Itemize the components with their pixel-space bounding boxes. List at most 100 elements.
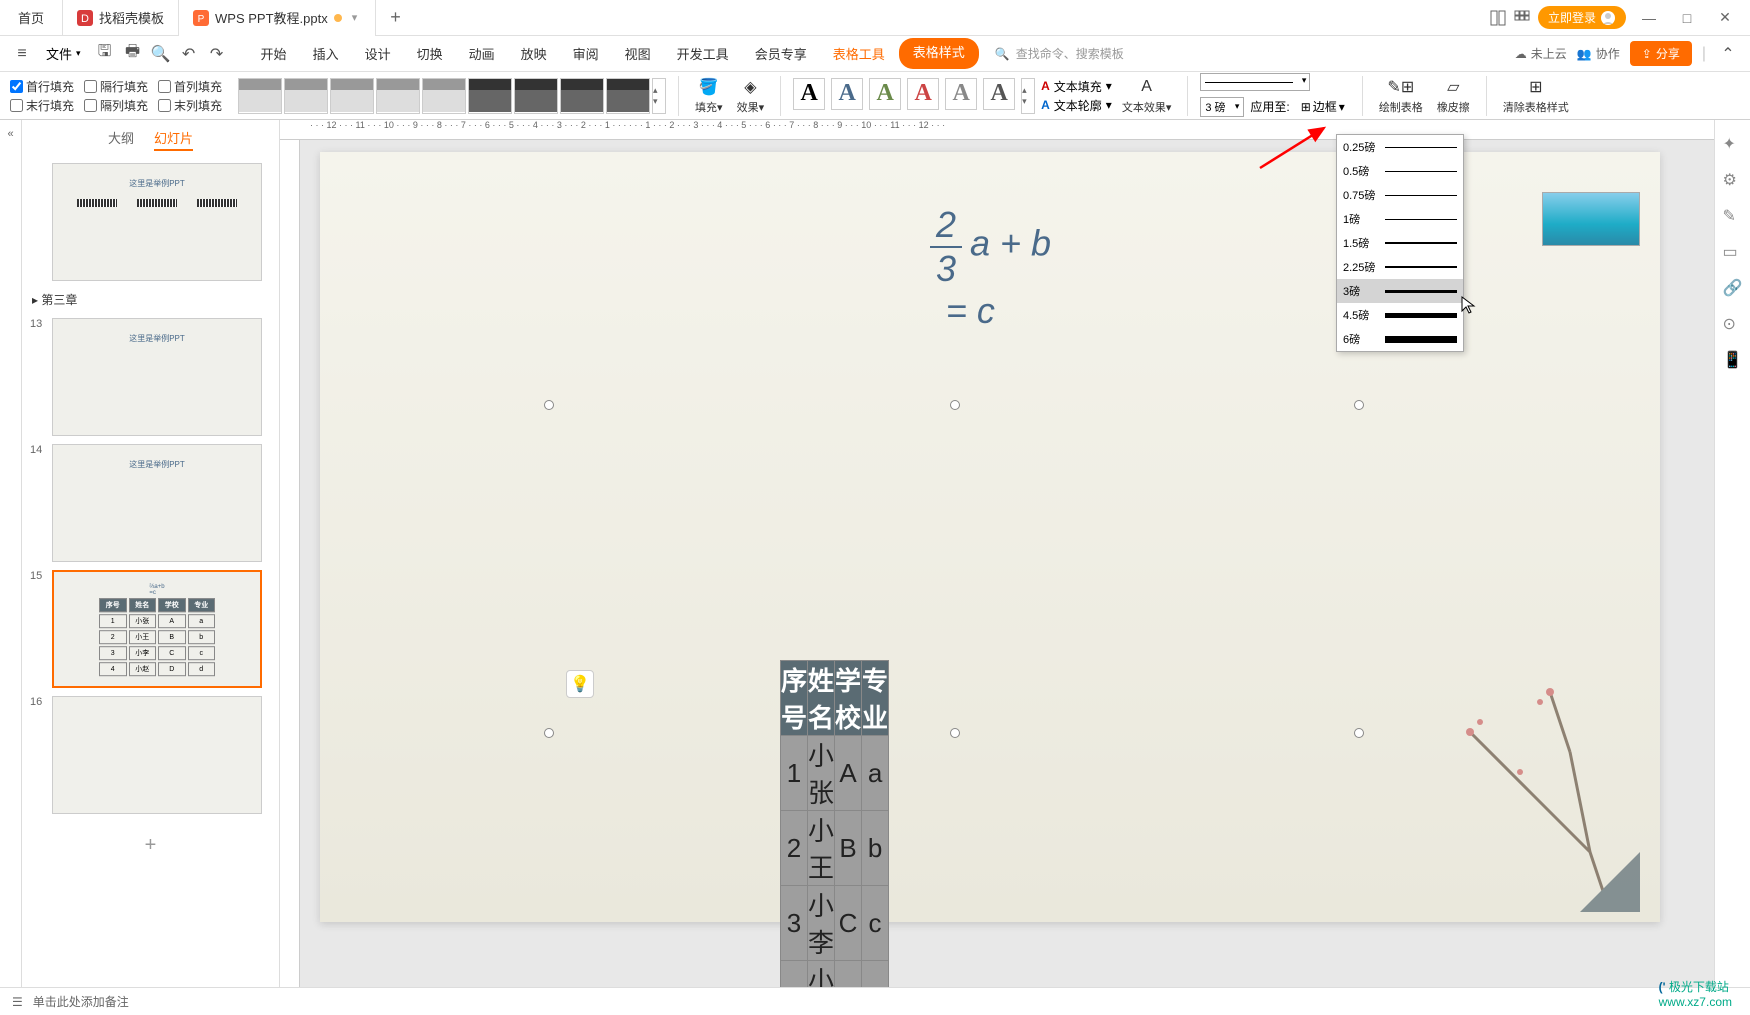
tab-table-tools[interactable]: 表格工具 xyxy=(821,38,897,69)
tab-start[interactable]: 开始 xyxy=(249,38,299,69)
add-slide-button[interactable]: + xyxy=(22,818,279,873)
tab-animation[interactable]: 动画 xyxy=(457,38,507,69)
tab-document[interactable]: P WPS PPT教程.pptx ▾ xyxy=(179,0,376,36)
save-icon[interactable]: 🖫 xyxy=(93,42,117,66)
tab-slides[interactable]: 幻灯片 xyxy=(154,128,193,151)
undo-icon[interactable]: ↶ xyxy=(177,42,201,66)
present-icon[interactable]: ▭ xyxy=(1723,242,1743,262)
equation-object[interactable]: 23 a + b = c xyxy=(930,204,1051,332)
check-alt-col[interactable]: 隔列填充 xyxy=(84,97,148,114)
tab-insert[interactable]: 插入 xyxy=(301,38,351,69)
tools-icon[interactable]: ✎ xyxy=(1723,206,1743,226)
maximize-button[interactable]: □ xyxy=(1672,10,1702,26)
phone-icon[interactable]: 📱 xyxy=(1723,350,1743,370)
text-outline-button[interactable]: A文本轮廓▾ xyxy=(1041,97,1112,114)
ppt-icon: P xyxy=(193,10,209,26)
tab-home[interactable]: 首页 xyxy=(0,0,63,36)
selection-handle[interactable] xyxy=(544,400,554,410)
tab-design[interactable]: 设计 xyxy=(353,38,403,69)
share-button[interactable]: ⇪分享 xyxy=(1630,41,1692,66)
weight-option[interactable]: 6磅 xyxy=(1337,327,1463,351)
slide-thumb-16[interactable] xyxy=(52,696,262,814)
line-weight-select[interactable]: 3 磅▾ xyxy=(1200,97,1244,117)
check-alt-row[interactable]: 隔行填充 xyxy=(84,78,148,95)
new-tab-button[interactable]: + xyxy=(376,7,415,28)
link-icon[interactable]: 🔗 xyxy=(1723,278,1743,298)
table-header[interactable]: 学校 xyxy=(835,661,862,736)
selection-handle[interactable] xyxy=(950,400,960,410)
lightbulb-icon[interactable]: 💡 xyxy=(566,670,594,698)
slide-image[interactable] xyxy=(1542,192,1640,246)
preview-icon[interactable]: 🔍 xyxy=(149,42,173,66)
table-header[interactable]: 姓名 xyxy=(808,661,835,736)
slide-thumb-14[interactable]: 这里是举例PPT xyxy=(52,444,262,562)
slide-thumb-15[interactable]: ⅔a+b=c 序号姓名学校专业1小张Aa2小王Bb3小李Cc4小赵Dd xyxy=(52,570,262,688)
wordart-more-icon[interactable]: ▴▾ xyxy=(1021,78,1035,114)
canvas-area: · · · 12 · · · 11 · · · 10 · · · 9 · · ·… xyxy=(280,120,1714,987)
check-first-row[interactable]: 首行填充 xyxy=(10,78,74,95)
table-header[interactable]: 专业 xyxy=(862,661,889,736)
notes-placeholder[interactable]: 单击此处添加备注 xyxy=(33,993,129,1010)
settings-icon[interactable]: ⚙ xyxy=(1723,170,1743,190)
minimize-button[interactable]: — xyxy=(1634,10,1664,26)
text-fill-button[interactable]: A文本填充▾ xyxy=(1041,78,1112,95)
tab-outline[interactable]: 大纲 xyxy=(108,128,134,151)
dropdown-icon[interactable]: ▾ xyxy=(348,11,362,24)
selection-handle[interactable] xyxy=(1354,400,1364,410)
check-first-col[interactable]: 首列填充 xyxy=(158,78,222,95)
wordart-gallery[interactable]: A A A A A A ▴▾ xyxy=(793,78,1035,114)
table-style-gallery[interactable]: document.write(Array(9).fill(0).map((_,i… xyxy=(238,78,666,114)
print-icon[interactable]: 🖶 xyxy=(121,42,145,66)
weight-option[interactable]: 1磅 xyxy=(1337,207,1463,231)
tab-template[interactable]: D 找稻壳模板 xyxy=(63,0,179,36)
layout1-icon[interactable] xyxy=(1490,10,1506,26)
draw-table-button[interactable]: ✎⊞绘制表格 xyxy=(1375,77,1427,115)
gallery-more-icon[interactable]: ▴▾ xyxy=(652,78,666,114)
menu-icon[interactable]: ≡ xyxy=(10,42,34,66)
tab-member[interactable]: 会员专享 xyxy=(743,38,819,69)
collapse-ribbon-icon[interactable]: ⌃ xyxy=(1716,42,1740,66)
search-input[interactable]: 🔍 查找命令、搜索模板 xyxy=(995,45,1124,62)
main-table[interactable]: 序号 姓名 学校 专业 1小张Aa 2小王Bb 3小李Cc 4小赵Dd xyxy=(780,660,889,987)
file-menu[interactable]: 文件▾ xyxy=(38,40,89,67)
cloud-status[interactable]: ☁未上云 xyxy=(1515,45,1567,62)
check-last-row[interactable]: 末行填充 xyxy=(10,97,74,114)
tab-view[interactable]: 视图 xyxy=(613,38,663,69)
line-style-select[interactable]: ▾ xyxy=(1200,73,1310,91)
redo-icon[interactable]: ↷ xyxy=(205,42,229,66)
clear-style-button[interactable]: ⊞清除表格样式 xyxy=(1499,77,1573,115)
layout2-icon[interactable] xyxy=(1514,10,1530,26)
effect-button[interactable]: ◈效果▾ xyxy=(733,77,769,115)
tab-devtools[interactable]: 开发工具 xyxy=(665,38,741,69)
chapter-header[interactable]: ▸ 第三章 xyxy=(22,285,279,314)
design-icon[interactable]: ✦ xyxy=(1723,134,1743,154)
panel-collapse-button[interactable]: « xyxy=(0,120,22,987)
selection-handle[interactable] xyxy=(950,728,960,738)
slide-thumb-13[interactable]: 这里是举例PPT xyxy=(52,318,262,436)
eraser-button[interactable]: ▱橡皮擦 xyxy=(1433,77,1474,115)
selection-handle[interactable] xyxy=(544,728,554,738)
weight-option[interactable]: 0.75磅 xyxy=(1337,183,1463,207)
weight-option[interactable]: 0.5磅 xyxy=(1337,159,1463,183)
fill-button[interactable]: 🪣填充▾ xyxy=(691,77,727,115)
weight-option[interactable]: 2.25磅 xyxy=(1337,255,1463,279)
table-header[interactable]: 序号 xyxy=(781,661,808,736)
notes-icon[interactable]: ☰ xyxy=(12,995,23,1009)
tab-table-style[interactable]: 表格样式 xyxy=(899,38,979,69)
close-button[interactable]: ✕ xyxy=(1710,9,1740,26)
login-button[interactable]: 立即登录 xyxy=(1538,6,1626,29)
weight-option[interactable]: 4.5磅 xyxy=(1337,303,1463,327)
check-last-col[interactable]: 末列填充 xyxy=(158,97,222,114)
weight-option[interactable]: 3磅 xyxy=(1337,279,1463,303)
slide-thumb[interactable]: 这里是举例PPT xyxy=(52,163,262,281)
collab-button[interactable]: 👥协作 xyxy=(1577,45,1620,62)
border-button[interactable]: ⊞边框▾ xyxy=(1296,95,1350,118)
location-icon[interactable]: ⊙ xyxy=(1723,314,1743,334)
tab-review[interactable]: 审阅 xyxy=(561,38,611,69)
tab-transition[interactable]: 切换 xyxy=(405,38,455,69)
tab-slideshow[interactable]: 放映 xyxy=(509,38,559,69)
selection-handle[interactable] xyxy=(1354,728,1364,738)
text-effect-button[interactable]: A文本效果▾ xyxy=(1118,77,1176,115)
weight-option[interactable]: 0.25磅 xyxy=(1337,135,1463,159)
weight-option[interactable]: 1.5磅 xyxy=(1337,231,1463,255)
